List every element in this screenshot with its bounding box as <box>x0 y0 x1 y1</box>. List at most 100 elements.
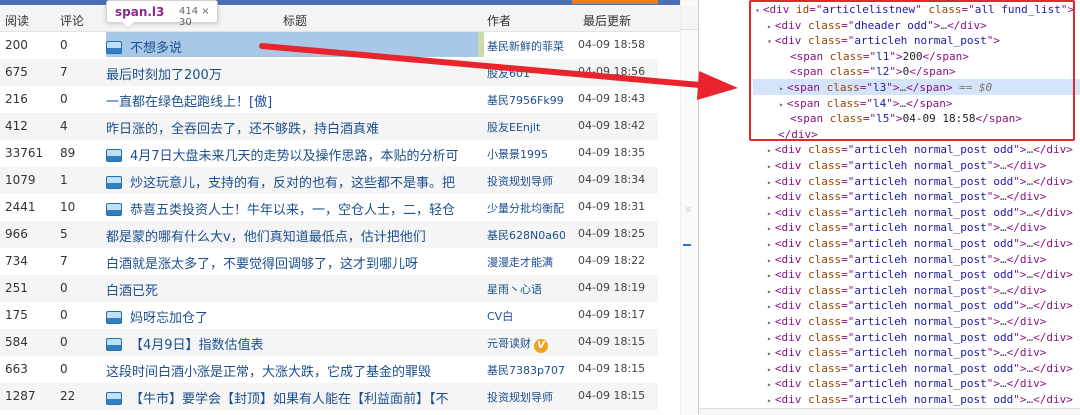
dom-token-tag: </div> <box>1033 330 1073 344</box>
updated-time: 04-09 18:35 <box>578 146 646 159</box>
collapsed-triangle-icon[interactable]: ▸ <box>767 349 772 358</box>
collapsed-triangle-icon[interactable]: ▸ <box>767 318 772 327</box>
dom-token-tag: </div> <box>1006 346 1047 360</box>
post-title-link[interactable]: 都是蒙的哪有什么大v，他们真知道最低点，估计把他们 <box>106 226 478 245</box>
table-row: 663 0 这段时间白酒小涨是正常，大涨大跌，它成了基金的罪毁 基民7383p7072… <box>0 356 658 383</box>
post-title-text: 白酒已死 <box>106 284 159 299</box>
dom-node-line[interactable]: ▸ <div class="articleh normal_post">…</di… <box>767 376 1046 391</box>
collapsed-triangle-icon[interactable]: ▸ <box>767 240 772 249</box>
author-name: 股友601 <box>487 67 530 80</box>
dom-token-an: class <box>807 377 842 391</box>
dom-node-line[interactable]: ▸ <div class="articleh normal_post odd">…… <box>767 298 1073 313</box>
dom-node-line[interactable]: ▸ <div class="articleh normal_post odd">…… <box>767 392 1073 407</box>
dom-node-line[interactable]: ▸ <div class="articleh normal_post">…</di… <box>767 345 1046 360</box>
post-title-link[interactable]: 不想多说 <box>106 37 478 56</box>
post-button[interactable] <box>572 0 658 4</box>
dom-node-line[interactable]: ▸ <div class="articleh normal_post">…</di… <box>767 189 1046 204</box>
dom-node-line[interactable]: ▸ <div class="articleh normal_post odd">…… <box>767 205 1073 220</box>
dom-token-tag: <div <box>774 237 808 250</box>
collapsed-triangle-icon[interactable]: ▸ <box>767 380 772 389</box>
dom-token-tag: <div <box>774 221 808 235</box>
dom-node-line[interactable]: ▸ <div class="articleh normal_post odd">…… <box>767 267 1073 282</box>
dom-token-an: class <box>807 205 842 219</box>
collapsed-triangle-icon[interactable]: ▸ <box>767 146 772 155</box>
collapsed-triangle-icon[interactable]: ▸ <box>767 365 772 374</box>
dom-node-line[interactable]: ▸ <div class="articleh normal_post">…</di… <box>767 283 1046 298</box>
comment-count: 89 <box>60 146 76 160</box>
updated-time: 04-09 18:22 <box>578 254 646 267</box>
post-title-link[interactable]: 恭喜五类投资人士！牛年以来，一，空仓人士，二，轻仓 <box>106 199 478 218</box>
author-link[interactable]: 少量分批均衡配 <box>487 200 565 216</box>
dom-token-tag: </div> <box>1006 221 1047 235</box>
author-link[interactable]: 股友EEnjlt <box>487 119 565 135</box>
author-link[interactable]: 元哥读财 V <box>487 335 565 353</box>
post-title-link[interactable]: 昨日涨的，全吞回去了，还不够跌，持白酒真难 <box>106 118 478 137</box>
dom-node-line[interactable]: ▸ <div class="articleh normal_post">…</di… <box>767 252 1046 267</box>
dom-token-av: articleh normal_post <box>854 377 987 391</box>
dom-token-av: articleh normal_post odd <box>854 361 1014 375</box>
author-link[interactable]: CV白 <box>487 308 565 324</box>
collapsed-triangle-icon[interactable]: ▸ <box>767 162 772 171</box>
author-link[interactable]: 投资规划导师 <box>487 173 565 189</box>
read-count: 675 <box>5 65 28 79</box>
updated-time: 04-09 18:56 <box>578 65 646 78</box>
dom-token-an: class <box>807 190 842 204</box>
dom-node-line[interactable]: ▸ <div class="articleh normal_post">…</di… <box>767 158 1046 173</box>
collapsed-triangle-icon[interactable]: ▸ <box>767 256 772 265</box>
author-link[interactable]: 基民7383p7072 <box>487 362 565 378</box>
post-title-link[interactable]: 妈呀忘加仓了 <box>106 307 478 326</box>
collapsed-triangle-icon[interactable]: ▸ <box>767 193 772 202</box>
read-count: 251 <box>5 281 28 295</box>
dom-node-line[interactable]: ▸ <div class="articleh normal_post">…</di… <box>767 314 1046 329</box>
post-title-text: 【牛市】要学会【封顶】如果有人能在【利益面前】【不 <box>130 392 449 407</box>
collapsed-triangle-icon[interactable]: ▸ <box>767 224 772 233</box>
dom-node-line[interactable]: ▸ <div class="articleh normal_post">…</di… <box>767 220 1046 235</box>
collapsed-triangle-icon[interactable]: ▸ <box>767 271 772 280</box>
post-title-link[interactable]: 最后时刻加了200万 <box>106 64 478 83</box>
comment-count: 1 <box>60 173 68 187</box>
table-row: 251 0 白酒已死 星雨丶心语 04-09 18:19 <box>0 275 658 302</box>
collapsed-triangle-icon[interactable]: ▸ <box>767 178 772 187</box>
dom-token-an: class <box>807 221 842 235</box>
dom-node-line[interactable]: ▸ <div class="articleh normal_post odd">…… <box>767 236 1073 251</box>
post-title-text: 白酒就是涨太多了，不要觉得回调够了，这才到哪儿呀 <box>106 257 419 272</box>
author-link[interactable]: 漫漫走才能满 <box>487 254 565 270</box>
author-link[interactable]: 基民新鲜的菲菜 <box>487 38 565 54</box>
collapsed-triangle-icon[interactable]: ▸ <box>767 287 772 296</box>
dom-token-tag: <div <box>774 268 808 282</box>
dom-token-dim: … <box>1000 283 1007 297</box>
collapsed-triangle-icon[interactable]: ▸ <box>767 302 772 311</box>
author-link[interactable]: 星雨丶心语 <box>487 281 565 297</box>
author-name: 基民628N0a60 <box>487 229 565 242</box>
post-title-text: 不想多说 <box>130 41 183 56</box>
post-title-text: 恭喜五类投资人士！牛年以来，一，空仓人士，二，轻仓 <box>130 203 456 218</box>
table-row: 2441 10 恭喜五类投资人士！牛年以来，一，空仓人士，二，轻仓 少量分批均衡配 04… <box>0 194 658 221</box>
dom-node-line[interactable]: ▸ <div class="articleh normal_post odd">…… <box>767 174 1073 189</box>
devtools-bottom-bar <box>699 408 1080 415</box>
comment-count: 0 <box>60 308 68 322</box>
dom-node-line[interactable]: ▸ <div class="articleh normal_post odd">…… <box>767 361 1073 376</box>
author-link[interactable]: 基民628N0a60 <box>487 227 565 243</box>
read-count: 216 <box>5 92 28 106</box>
tooltip-size: 414 × 30 <box>179 6 210 28</box>
dom-token-tag: "> <box>1013 330 1027 344</box>
post-title-link[interactable]: 一直都在绿色起跑线上！[傲] <box>106 91 478 110</box>
post-title-link[interactable]: 【4月9日】指数估值表 <box>106 334 478 353</box>
dom-node-line[interactable]: ▸ <div class="articleh normal_post odd">…… <box>767 330 1073 345</box>
author-link[interactable]: 投资规划导师 <box>487 389 565 405</box>
collapsed-triangle-icon[interactable]: ▸ <box>767 209 772 218</box>
author-link[interactable]: 基民7956Fk997 <box>487 92 565 108</box>
dom-node-line[interactable]: ▸ <div class="articleh normal_post odd">…… <box>767 142 1073 157</box>
collapsed-triangle-icon[interactable]: ▸ <box>767 334 772 343</box>
post-title-link[interactable]: 4月7日大盘未来几天的走势以及操作思路，本贴的分析可 <box>106 145 478 164</box>
author-link[interactable]: 股友601 <box>487 65 565 81</box>
post-title-link[interactable]: 白酒已死 <box>106 280 478 299</box>
post-title-link[interactable]: 这段时间白酒小涨是正常，大涨大跌，它成了基金的罪毁 <box>106 361 478 380</box>
author-link[interactable]: 小景景1995 <box>487 146 565 162</box>
post-title-link[interactable]: 白酒就是涨太多了，不要觉得回调够了，这才到哪儿呀 <box>106 253 478 272</box>
collapsed-triangle-icon[interactable]: ▸ <box>767 396 772 405</box>
dom-token-tag: =" <box>841 174 855 188</box>
dom-token-an: class <box>807 330 842 344</box>
post-title-link[interactable]: 【牛市】要学会【封顶】如果有人能在【利益面前】【不 <box>106 388 478 407</box>
post-title-link[interactable]: 炒这玩意儿，支持的有，反对的也有，这些都不是事。把 <box>106 172 478 191</box>
